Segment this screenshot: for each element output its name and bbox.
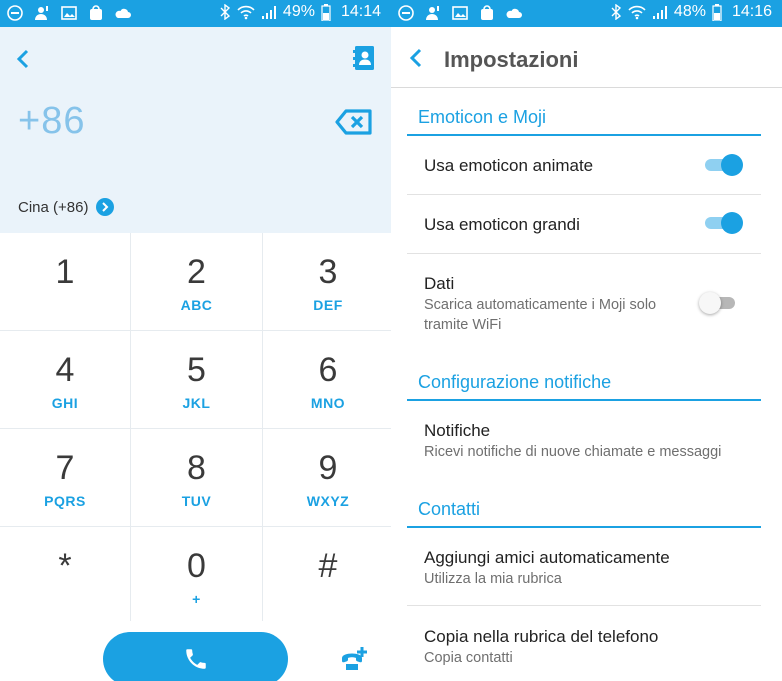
gallery-icon [61,6,77,20]
key-7[interactable]: 7 PQRS [0,429,130,526]
key-2[interactable]: 2 ABC [131,233,262,330]
person-notification-icon [426,6,439,20]
clock: 14:14 [340,3,381,20]
add-to-call-icon[interactable] [340,644,370,672]
setting-label: Dati [424,274,455,293]
battery-icon [712,3,722,21]
section-contacts: Contatti [407,499,761,528]
store-icon [90,5,102,20]
cloud-icon [115,8,131,18]
setting-label: Usa emoticon animate [424,156,594,175]
settings-header: Impostazioni [391,27,782,88]
gallery-icon [452,6,468,20]
phone-icon [185,649,206,669]
key-1[interactable]: 1 [0,233,130,330]
status-bar: 48% 14:16 [391,0,782,27]
bluetooth-icon [611,4,621,20]
dialer-screen: 49% 14:14 +86 Cina (+86) 1 2 ABC 3 DEF 4 GH… [0,0,391,681]
key-0[interactable]: 0 + [131,527,262,624]
setting-animated-emoticons[interactable]: Usa emoticon animate [407,136,761,195]
battery-icon [321,3,331,21]
setting-label: Aggiungi amici automaticamente [424,548,670,567]
contacts-book-icon[interactable] [352,45,376,71]
backspace-icon[interactable] [335,108,373,136]
key-hash[interactable]: # [263,527,391,624]
setting-notifications[interactable]: Notifiche Ricevi notifiche di nuove chia… [407,402,761,482]
setting-description: Copia contatti [424,650,513,666]
setting-description: Ricevi notifiche di nuove chiamate e mes… [424,444,722,460]
country-label: Cina (+86) [18,198,89,216]
signal-icon [261,6,276,19]
key-3[interactable]: 3 DEF [263,233,391,330]
key-5[interactable]: 5 JKL [131,331,262,428]
setting-label: Copia nella rubrica del telefono [424,627,659,646]
large-emoticons-toggle[interactable] [703,211,743,235]
section-emoticon: Emoticon e Moji [407,107,761,136]
battery-percent: 49% [282,3,315,20]
bluetooth-icon [220,4,230,20]
chevron-right-icon[interactable] [96,198,115,216]
settings-screen: 48% 14:16 Impostazioni Emoticon e Moji U… [391,0,782,681]
wifi-icon [237,5,255,20]
key-star[interactable]: * [0,527,130,624]
setting-label: Usa emoticon grandi [424,215,580,234]
key-9[interactable]: 9 WXYZ [263,429,391,526]
key-8[interactable]: 8 TUV [131,429,262,526]
setting-large-emoticons[interactable]: Usa emoticon grandi [407,195,761,254]
key-6[interactable]: 6 MNO [263,331,391,428]
setting-label: Notifiche [424,421,491,440]
setting-data[interactable]: Dati Scarica automaticamente i Moji solo… [407,254,761,354]
status-bar: 49% 14:14 [0,0,391,27]
cloud-icon [506,8,522,18]
page-title: Impostazioni [444,47,579,72]
animated-emoticons-toggle[interactable] [703,153,743,177]
clock: 14:16 [731,3,772,20]
setting-auto-add-friends[interactable]: Aggiungi amici automaticamente Utilizza … [407,528,761,606]
setting-description: Utilizza la mia rubrica [424,571,562,587]
back-arrow-icon[interactable] [12,47,36,71]
wifi-icon [628,5,646,20]
person-notification-icon [35,6,48,20]
store-icon [481,5,493,20]
dnd-icon [398,5,414,21]
setting-copy-to-phonebook[interactable]: Copia nella rubrica del telefono Copia c… [407,606,761,681]
battery-percent: 48% [673,3,706,20]
setting-description: Scarica automaticamente i Moji solo tram… [424,297,657,333]
key-4[interactable]: 4 GHI [0,331,130,428]
signal-icon [652,6,667,19]
back-arrow-icon[interactable] [405,46,429,70]
keypad: 1 2 ABC 3 DEF 4 GHI 5 JKL 6 MNO 7 PQRS 8 TUV 9W… [0,233,391,624]
dialed-number[interactable]: +86 [18,100,85,143]
country-selector[interactable]: Cina (+86) [18,198,115,216]
call-button[interactable] [103,632,288,681]
dnd-icon [7,5,23,21]
data-toggle[interactable] [699,291,739,315]
section-notifications: Configurazione notifiche [407,372,761,401]
